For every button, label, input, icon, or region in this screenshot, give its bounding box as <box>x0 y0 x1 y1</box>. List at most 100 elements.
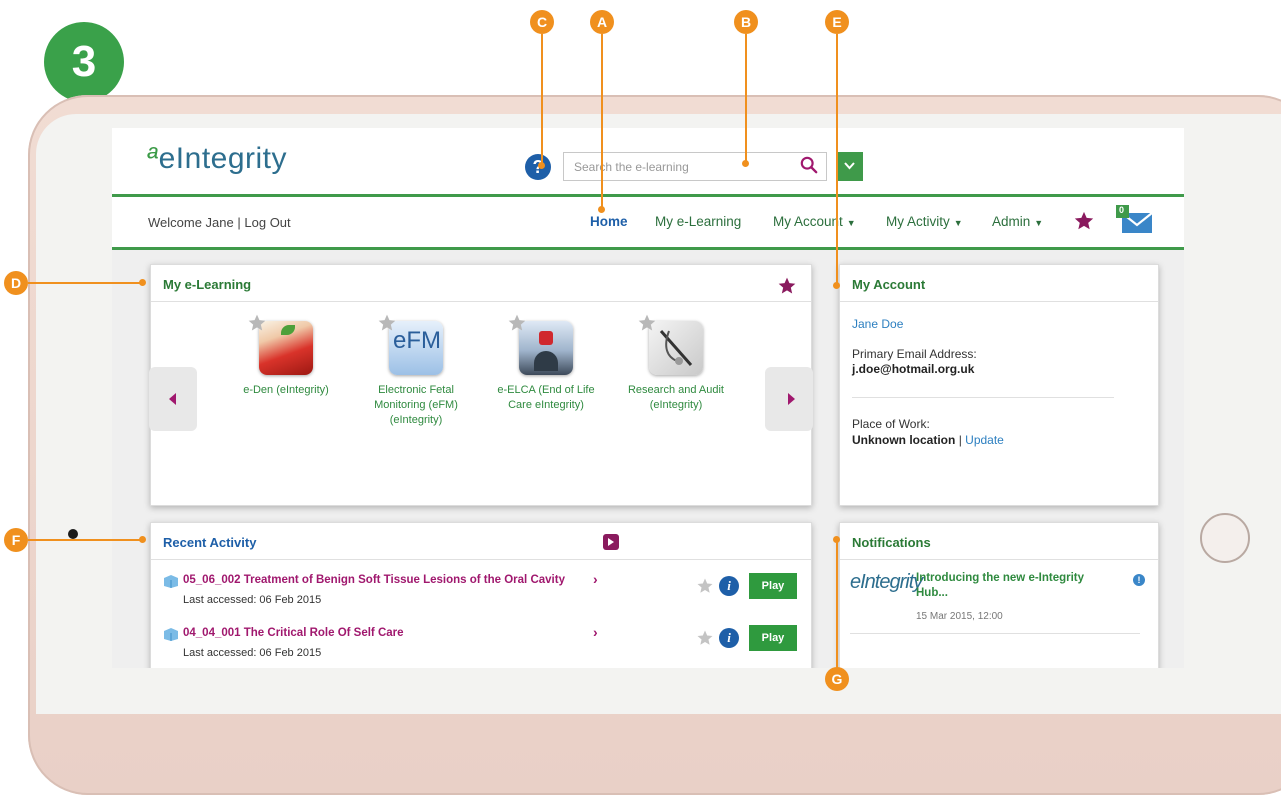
callout-dot <box>742 160 749 167</box>
caret-down-icon: ▼ <box>953 218 963 228</box>
nav-admin-label: Admin <box>992 214 1031 229</box>
callout-g: G <box>825 667 849 691</box>
recent-activity-more-button[interactable] <box>603 534 619 550</box>
main-navigation: Welcome Jane | Log Out Home My e-Learnin… <box>112 197 1184 250</box>
play-button[interactable]: Play <box>749 573 797 599</box>
nav-admin[interactable]: Admin ▼ <box>992 214 1043 229</box>
mail-count-badge: 0 <box>1119 205 1125 215</box>
nav-my-activity[interactable]: My Activity ▼ <box>886 214 963 229</box>
callout-e: E <box>825 10 849 34</box>
my-account-title: My Account <box>852 277 926 292</box>
nav-my-elearning[interactable]: My e-Learning <box>655 214 741 229</box>
callout-line <box>28 282 142 284</box>
eintegrity-logo[interactable]: ªeIntegrity <box>146 142 287 176</box>
notification-title-link[interactable]: Introducing the new e-Integrity Hub... <box>916 571 1084 601</box>
logo-text: eIntegrity <box>158 142 288 175</box>
tablet-camera <box>68 529 78 539</box>
unfavourited-star-icon[interactable] <box>247 313 267 333</box>
welcome-label: Welcome Jane <box>148 215 234 230</box>
carousel-next-button[interactable] <box>765 367 813 431</box>
course-label: Research and Audit (eIntegrity) <box>627 384 724 411</box>
account-name-link[interactable]: Jane Doe <box>852 317 903 331</box>
nav-my-activity-label: My Activity <box>886 214 950 229</box>
course-tile[interactable]: e-Den (eIntegrity) <box>231 314 341 398</box>
callout-line <box>601 34 603 208</box>
unfavourited-star-icon[interactable] <box>637 313 657 333</box>
notification-date: 15 Mar 2015, 12:00 <box>916 611 1003 622</box>
notification-title-line: Introducing the new e-Integrity <box>916 572 1085 584</box>
nav-home[interactable]: Home <box>590 214 628 229</box>
caret-down-icon: ▼ <box>846 218 856 228</box>
unfavourited-star-icon[interactable] <box>696 577 714 595</box>
nav-my-account[interactable]: My Account ▼ <box>773 214 856 229</box>
notifications-panel: Notifications eIntegrity Introducing the… <box>839 522 1159 668</box>
callout-a: A <box>590 10 614 34</box>
carousel-prev-button[interactable] <box>149 367 197 431</box>
notifications-title: Notifications <box>852 535 931 550</box>
course-label: Electronic Fetal Monitoring (eFM) (eInte… <box>374 384 458 426</box>
callout-line <box>836 34 838 286</box>
efm-thumb-text: eFM <box>393 327 441 354</box>
update-work-link[interactable]: Update <box>965 433 1004 447</box>
course-tile[interactable]: Research and Audit (eIntegrity) <box>621 314 731 413</box>
course-tile[interactable]: e-ELCA (End of Life Care eIntegrity) <box>491 314 601 413</box>
recent-activity-panel: Recent Activity 05_06_002 Treatment of B… <box>150 522 812 668</box>
notification-info-icon[interactable]: ! <box>1133 574 1145 586</box>
email-value: j.doe@hotmail.org.uk <box>852 362 975 376</box>
activity-title-link[interactable]: 05_06_002 Treatment of Benign Soft Tissu… <box>183 574 565 586</box>
work-row: Unknown location | Update <box>852 433 1004 447</box>
course-label: e-Den (eIntegrity) <box>243 384 329 396</box>
play-button[interactable]: Play <box>749 625 797 651</box>
unfavourited-star-icon[interactable] <box>696 629 714 647</box>
notification-logo: eIntegrity <box>850 571 923 593</box>
search-input[interactable] <box>572 159 796 175</box>
logo-swoosh-icon: ª <box>146 142 158 175</box>
course-label: e-ELCA (End of Life Care eIntegrity) <box>497 384 595 411</box>
search-options-dropdown[interactable] <box>836 152 863 181</box>
package-icon <box>164 575 178 588</box>
research-icon <box>638 314 703 375</box>
panel-divider <box>852 397 1114 398</box>
work-value: Unknown location <box>852 433 956 447</box>
package-icon <box>164 628 178 641</box>
callout-line <box>541 34 543 164</box>
work-separator: | <box>958 433 962 447</box>
favourites-star-icon[interactable] <box>1073 210 1095 232</box>
info-icon[interactable]: i <box>719 576 739 596</box>
panel-divider <box>840 301 1158 302</box>
step-badge: 3 <box>44 22 124 102</box>
activity-last-accessed: Last accessed: 06 Feb 2015 <box>183 594 322 606</box>
callout-dot <box>833 536 840 543</box>
logout-link[interactable]: Log Out <box>244 215 290 230</box>
callout-c: C <box>530 10 554 34</box>
course-tile[interactable]: eFM Electronic Fetal Monitoring (eFM) (e… <box>361 314 471 428</box>
my-account-panel: My Account Jane Doe Primary Email Addres… <box>839 264 1159 506</box>
panel-divider <box>151 301 811 302</box>
chevron-right-icon[interactable]: › <box>593 624 598 640</box>
app-screen: ªeIntegrity ? Welcome Jane | Log Out Hom… <box>112 128 1184 668</box>
unfavourited-star-icon[interactable] <box>507 313 527 333</box>
search-icon[interactable] <box>800 156 818 174</box>
tablet-home-button <box>1200 513 1250 563</box>
welcome-separator: | <box>237 215 241 230</box>
callout-f: F <box>4 528 28 552</box>
callout-line <box>28 539 142 541</box>
caret-down-icon: ▼ <box>1034 218 1044 228</box>
chevron-right-icon <box>608 538 614 546</box>
work-label: Place of Work: <box>852 417 930 431</box>
recent-activity-title: Recent Activity <box>163 535 257 550</box>
chevron-right-icon <box>788 393 795 405</box>
favourite-star-icon[interactable] <box>777 276 797 296</box>
nav-my-account-label: My Account <box>773 214 843 229</box>
chevron-right-icon[interactable]: › <box>593 571 598 587</box>
info-icon[interactable]: i <box>719 628 739 648</box>
apple-icon <box>248 314 313 375</box>
callout-d: D <box>4 271 28 295</box>
callout-line <box>836 540 838 668</box>
callout-dot <box>598 206 605 213</box>
callout-dot <box>538 162 545 169</box>
callout-line <box>745 34 747 162</box>
activity-title-link[interactable]: 04_04_001 The Critical Role Of Self Care <box>183 627 404 639</box>
email-label: Primary Email Address: <box>852 347 977 361</box>
panel-divider <box>151 559 811 560</box>
